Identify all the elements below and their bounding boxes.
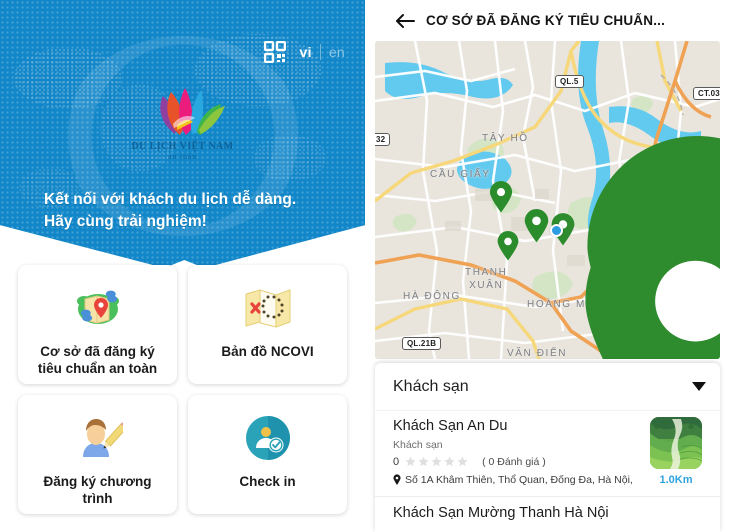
category-label: Khách sạn <box>393 377 469 395</box>
app-logo: DU LỊCH VIỆT NAM an toàn <box>0 80 365 161</box>
list-item[interactable]: Khách Sạn An Du Khách sạn 0 ( 0 Đánh giá… <box>375 410 720 496</box>
logo-text-secondary: an toàn <box>168 152 197 161</box>
list-item-side: 1.0Km <box>646 417 706 486</box>
road-shield: QL.21B <box>402 337 442 350</box>
facility-list-sheet: Khách sạn Khách Sạn An Du Khách sạn 0 (… <box>375 363 720 532</box>
card-check-in[interactable]: Check in <box>188 395 347 514</box>
feature-card-grid: Cơ sở đã đăng ký tiêu chuẩn an toàn Bản … <box>0 265 365 514</box>
hero-topbar: vi en <box>263 41 345 63</box>
hotel-thumbnail <box>650 417 702 469</box>
language-separator <box>319 44 321 60</box>
lang-en-button[interactable]: en <box>329 44 345 60</box>
logo-text-primary: DU LỊCH VIỆT NAM <box>131 141 234 152</box>
user-check-icon <box>245 413 291 463</box>
card-label: Đăng ký chương trình <box>43 474 152 507</box>
list-item-main: Khách Sạn Mường Thanh Hà Nội <box>393 504 706 523</box>
hero-tagline: Kết nối với khách du lịch dễ dàng. Hãy c… <box>44 191 297 230</box>
rating-row: 0 ( 0 Đánh giá ) <box>393 456 636 468</box>
lang-vi-button[interactable]: vi <box>300 44 312 60</box>
folded-map-icon <box>243 283 293 333</box>
back-arrow-icon[interactable] <box>395 13 415 29</box>
card-label: Check in <box>239 474 296 489</box>
road-shield: QL.5 <box>555 75 584 88</box>
app-screen: vi en DU LỊCH VIỆT NAM an toàn Kết nối v… <box>0 0 730 532</box>
list-item-main: Khách Sạn An Du Khách sạn 0 ( 0 Đánh giá… <box>393 417 636 486</box>
user-location-dot <box>550 224 563 237</box>
qr-code-icon[interactable] <box>263 41 286 63</box>
place-label: CẦU GIẤY <box>430 169 491 180</box>
chevron-down-icon[interactable] <box>692 382 706 391</box>
star-icon <box>418 456 429 467</box>
card-label: Bản đồ NCOVI <box>221 344 314 359</box>
card-registered-facilities[interactable]: Cơ sở đã đăng ký tiêu chuẩn an toàn <box>18 265 177 384</box>
language-switcher: vi en <box>300 44 345 60</box>
user-pencil-icon <box>73 413 123 463</box>
card-label: Cơ sở đã đăng ký tiêu chuẩn an toàn <box>37 344 158 377</box>
panel-header: CƠ SỞ ĐÃ ĐĂNG KÝ TIÊU CHUẨN... <box>365 0 730 41</box>
lotus-logo-icon <box>159 88 225 135</box>
star-rating <box>405 456 468 467</box>
card-register-program[interactable]: Đăng ký chương trình <box>18 395 177 514</box>
star-icon <box>405 456 416 467</box>
map-marker-pin[interactable] <box>524 209 549 243</box>
hotel-distance: 1.0Km <box>659 474 693 486</box>
road-shield: CT.03 <box>693 87 720 100</box>
hotel-type: Khách sạn <box>393 438 443 451</box>
card-ncovi-map[interactable]: Bản đồ NCOVI <box>188 265 347 384</box>
star-icon <box>444 456 455 467</box>
hotel-name: Khách Sạn Mường Thanh Hà Nội <box>393 505 609 521</box>
map-location-icon <box>72 283 124 333</box>
home-panel: vi en DU LỊCH VIỆT NAM an toàn Kết nối v… <box>0 0 365 532</box>
list-item[interactable]: Khách Sạn Mường Thanh Hà Nội <box>375 496 720 532</box>
address-row: Số 1A Khâm Thiên, Thổ Quan, Đống Đa, Hà … <box>393 474 636 486</box>
place-label: TÂY HỒ <box>482 133 529 144</box>
star-icon <box>457 456 468 467</box>
page-title: CƠ SỞ ĐÃ ĐĂNG KÝ TIÊU CHUẨN... <box>426 13 666 28</box>
star-icon <box>431 456 442 467</box>
facilities-panel: CƠ SỞ ĐÃ ĐĂNG KÝ TIÊU CHUẨN... QL.5 CT.0… <box>365 0 730 532</box>
location-pin-icon <box>393 474 401 486</box>
category-selector[interactable]: Khách sạn <box>375 363 720 410</box>
map-marker-pin[interactable] <box>497 231 519 261</box>
rating-value: 0 <box>393 455 400 468</box>
place-label: THANH XUÂN <box>465 267 508 291</box>
hotel-address: Số 1A Khâm Thiên, Thổ Quan, Đống Đa, Hà … <box>405 473 633 486</box>
place-label: HÀ ĐÔNG <box>403 291 461 302</box>
hotel-name: Khách Sạn An Du <box>393 418 508 434</box>
road-shield: 32 <box>375 133 391 146</box>
facilities-map[interactable]: QL.5 CT.03 32 QL.5 QL.1A QL.21B CT.04 TÂ… <box>375 41 720 359</box>
map-marker-pin[interactable] <box>489 181 513 213</box>
rating-count: ( 0 Đánh giá ) <box>482 455 546 468</box>
